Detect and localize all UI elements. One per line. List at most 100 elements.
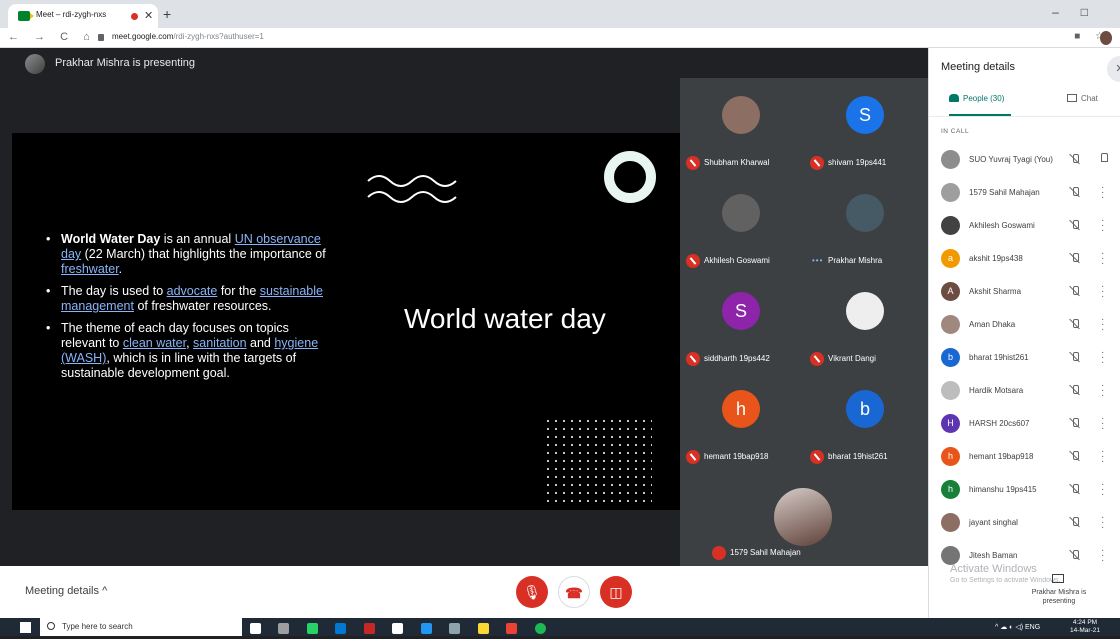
tab-people[interactable]: People (30)	[949, 94, 1004, 103]
close-panel-icon[interactable]: ✕	[1107, 56, 1120, 82]
mic-off-icon[interactable]	[1069, 516, 1081, 528]
slide-bullet: World Water Day is an annual UN observan…	[46, 232, 326, 277]
search-icon	[47, 622, 55, 630]
presentation-slide: World Water Day is an annual UN observan…	[12, 133, 680, 510]
task-view-icon[interactable]	[278, 623, 290, 634]
more-options-icon[interactable]: · · ·	[1101, 447, 1104, 467]
tab-close-icon[interactable]: ✕	[144, 9, 153, 22]
app-icon[interactable]	[335, 623, 347, 634]
participant-tile[interactable]: Shubham Kharwal	[680, 78, 804, 176]
slide-bullets: World Water Day is an annual UN observan…	[46, 232, 326, 388]
slide-link: sanitation	[193, 336, 247, 350]
people-list-item[interactable]: Akhilesh Goswami · · ·	[929, 210, 1120, 243]
presenter-bar: Prakhar Mishra is presenting	[0, 48, 928, 78]
meeting-details-toggle[interactable]: Meeting details ^	[25, 585, 107, 597]
participant-tile[interactable]: Akhilesh Goswami	[680, 176, 804, 274]
more-options-icon[interactable]: · · ·	[1101, 315, 1104, 335]
mic-off-icon[interactable]	[1069, 153, 1081, 165]
mic-off-icon[interactable]	[1069, 252, 1081, 264]
more-options-icon[interactable]: · · ·	[1101, 546, 1104, 566]
people-list-item[interactable]: A Akshit Sharma · · ·	[929, 276, 1120, 309]
profile-avatar[interactable]	[1100, 31, 1112, 45]
people-list-item[interactable]: jayant singhal · · ·	[929, 507, 1120, 540]
taskbar-clock[interactable]: 4:24 PM 14-Mar-21	[1070, 619, 1100, 635]
more-options-icon[interactable]: · · ·	[1101, 381, 1104, 401]
bullet-text: for the	[217, 284, 260, 298]
new-tab-button[interactable]: +	[163, 6, 171, 22]
camera-toggle-button[interactable]: ◫	[600, 576, 632, 608]
people-list-item[interactable]: a akshit 19ps438 · · ·	[929, 243, 1120, 276]
participant-tile[interactable]: Ssiddharth 19ps442	[680, 274, 804, 372]
more-options-icon[interactable]: · · ·	[1101, 282, 1104, 302]
mail-icon[interactable]	[420, 623, 432, 634]
url-field[interactable]: meet.google.com/rdi-zygh-nxs?authuser=1	[112, 32, 264, 41]
more-options-icon[interactable]: · · ·	[1101, 348, 1104, 368]
mic-off-icon[interactable]	[1069, 384, 1081, 396]
muted-mic-icon	[686, 352, 700, 366]
pin-icon[interactable]	[1101, 153, 1108, 162]
more-options-icon[interactable]: · · ·	[1101, 216, 1104, 236]
store-icon[interactable]	[392, 623, 404, 634]
participant-tile[interactable]: 1579 Sahil Mahajan	[708, 468, 900, 566]
microphone-toggle-button[interactable]: 🎙	[516, 576, 548, 608]
lock-icon[interactable]	[98, 34, 104, 41]
chrome-icon[interactable]	[506, 623, 518, 634]
more-options-icon[interactable]: · · ·	[1101, 249, 1104, 269]
window-controls[interactable]: –□	[1052, 5, 1110, 19]
mic-off-icon[interactable]	[1069, 351, 1081, 363]
people-list-item[interactable]: h himanshu 19ps415 · · ·	[929, 474, 1120, 507]
system-tray[interactable]: ^ ☁ ◐ ◁) ENG	[995, 623, 1040, 631]
pinned-apps	[250, 621, 559, 639]
more-options-icon[interactable]: · · ·	[1101, 513, 1104, 533]
app-icon[interactable]	[449, 623, 461, 634]
people-list-item[interactable]: b bharat 19hist261 · · ·	[929, 342, 1120, 375]
mic-off-icon[interactable]	[1069, 450, 1081, 462]
spotify-icon[interactable]	[534, 623, 546, 634]
meeting-details-panel: Meeting details ✕ People (30) Chat IN CA…	[928, 48, 1120, 618]
windows-start-icon[interactable]	[20, 622, 31, 633]
presentation-icon	[1052, 574, 1064, 583]
whatsapp-icon[interactable]	[306, 623, 318, 634]
people-list-item[interactable]: 1579 Sahil Mahajan · · ·	[929, 177, 1120, 210]
more-options-icon[interactable]: · · ·	[1101, 183, 1104, 203]
app-icon[interactable]	[363, 623, 375, 634]
mic-off-icon[interactable]	[1069, 417, 1081, 429]
more-options-icon[interactable]: · · ·	[1101, 480, 1104, 500]
people-list-item[interactable]: h hemant 19bap918 · · ·	[929, 441, 1120, 474]
more-options-icon[interactable]: · · ·	[1101, 414, 1104, 434]
participant-avatar: S	[722, 292, 760, 330]
browser-tab-meet[interactable]: Meet – rdi-zygh-nxs ✕	[8, 4, 158, 28]
taskbar-search-box[interactable]: Type here to search	[40, 618, 242, 636]
cortana-icon[interactable]	[250, 623, 261, 634]
people-list-item[interactable]: H HARSH 20cs607 · · ·	[929, 408, 1120, 441]
participant-tile[interactable]: b bharat 19hist261	[804, 372, 928, 470]
mic-off-icon[interactable]	[1069, 483, 1081, 495]
participant-name: 1579 Sahil Mahajan	[969, 188, 1040, 197]
bullet-text: and	[246, 336, 275, 350]
muted-mic-icon	[686, 450, 700, 464]
recording-dot-icon	[131, 13, 138, 20]
mic-off-icon[interactable]	[1069, 219, 1081, 231]
participant-avatar	[846, 292, 884, 330]
tab-chat[interactable]: Chat	[1067, 94, 1098, 103]
mic-off-icon[interactable]	[1069, 186, 1081, 198]
mic-off-icon[interactable]	[1069, 318, 1081, 330]
participant-avatar: b	[941, 348, 960, 367]
bullet-text: The day is used to	[61, 284, 167, 298]
participant-tile[interactable]: ••• Prakhar Mishra	[804, 176, 928, 274]
mic-off-icon[interactable]	[1069, 285, 1081, 297]
participant-tile[interactable]: Vikrant Dangi	[804, 274, 928, 372]
participant-tile[interactable]: h hemant 19bap918	[680, 372, 804, 470]
muted-mic-icon	[686, 156, 700, 170]
file-explorer-icon[interactable]	[477, 623, 489, 634]
mic-off-icon[interactable]	[1069, 549, 1081, 561]
participant-avatar	[941, 150, 960, 169]
leave-call-button[interactable]: ☎	[558, 576, 590, 608]
participant-tile[interactable]: Sshivam 19ps441	[804, 78, 928, 176]
people-list-item[interactable]: Aman Dhaka · · ·	[929, 309, 1120, 342]
participant-avatar	[941, 216, 960, 235]
people-list-item[interactable]: SUO Yuvraj Tyagi (You)	[929, 144, 1120, 177]
nav-buttons[interactable]: ← → C ⌂	[8, 31, 96, 43]
clock-time: 4:24 PM	[1072, 619, 1098, 626]
people-list-item[interactable]: Hardik Motsara · · ·	[929, 375, 1120, 408]
